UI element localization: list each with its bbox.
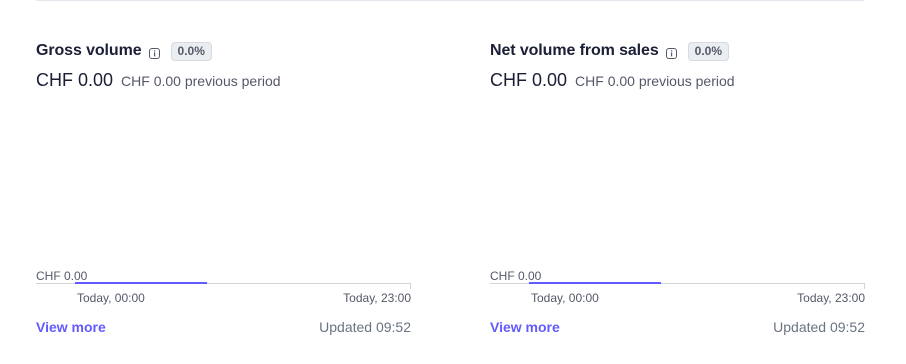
- volume-chart: CHF 0.00 Today, 00:00 Today, 23:00: [36, 268, 411, 308]
- chart-y-label: CHF 0.00: [490, 269, 542, 283]
- card-title: Gross volume: [36, 42, 142, 59]
- value-row: CHF 0.00 CHF 0.00 previous period: [36, 70, 411, 91]
- chart-x-end-label: Today, 23:00: [797, 291, 865, 305]
- previous-period-value: CHF 0.00 previous period: [121, 73, 281, 89]
- change-badge: 0.0%: [170, 41, 212, 61]
- card-title: Net volume from sales: [490, 42, 659, 59]
- chart-end-tick: [864, 283, 865, 289]
- chart-x-start-label: Today, 00:00: [531, 291, 599, 305]
- view-more-link[interactable]: View more: [36, 319, 106, 335]
- current-value: CHF 0.00: [490, 70, 568, 90]
- card-header: Gross volume 0.0%: [36, 40, 411, 62]
- info-icon[interactable]: [665, 46, 677, 59]
- previous-period-value: CHF 0.00 previous period: [575, 73, 735, 89]
- chart-x-start-label: Today, 00:00: [77, 291, 145, 305]
- chart-x-end-label: Today, 23:00: [343, 291, 411, 305]
- card-header: Net volume from sales 0.0%: [490, 40, 865, 62]
- updated-timestamp: Updated 09:52: [319, 319, 411, 335]
- card-footer: View more Updated 09:52: [490, 319, 865, 335]
- value-row: CHF 0.00 CHF 0.00 previous period: [490, 70, 865, 91]
- top-divider: [36, 0, 864, 1]
- current-value: CHF 0.00: [36, 70, 114, 90]
- chart-series-line: [75, 282, 207, 284]
- updated-timestamp: Updated 09:52: [773, 319, 865, 335]
- chart-series-line: [529, 282, 661, 284]
- change-badge: 0.0%: [687, 41, 729, 61]
- info-icon[interactable]: [148, 46, 160, 59]
- gross-volume-card: Gross volume 0.0% CHF 0.00 CHF 0.00 prev…: [36, 40, 411, 340]
- card-footer: View more Updated 09:52: [36, 319, 411, 335]
- volume-chart: CHF 0.00 Today, 00:00 Today, 23:00: [490, 268, 865, 308]
- view-more-link[interactable]: View more: [490, 319, 560, 335]
- chart-y-label: CHF 0.00: [36, 269, 88, 283]
- net-volume-card: Net volume from sales 0.0% CHF 0.00 CHF …: [490, 40, 865, 340]
- chart-end-tick: [410, 283, 411, 289]
